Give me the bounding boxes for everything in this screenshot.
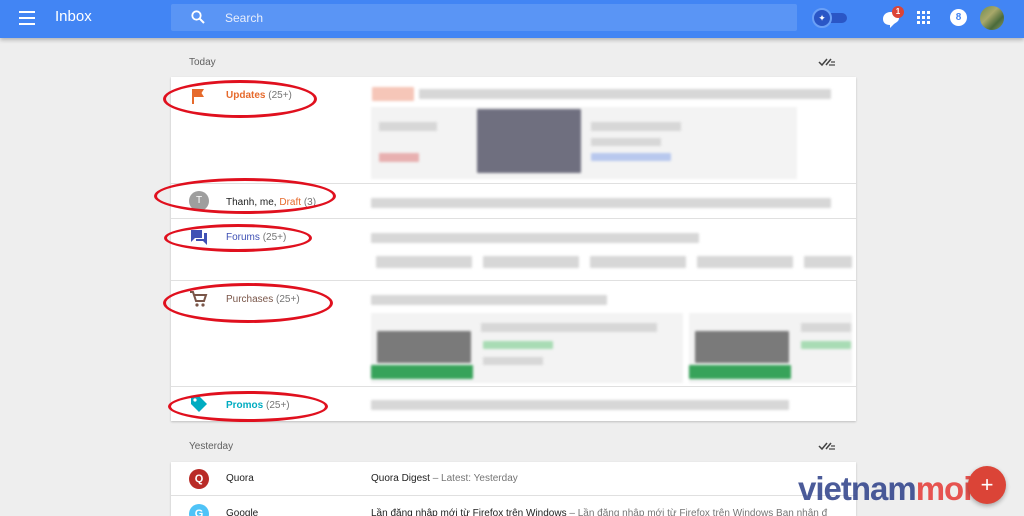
search-bar[interactable] (171, 4, 797, 31)
blurred-text (371, 233, 699, 243)
section-label-yesterday: Yesterday (189, 441, 234, 452)
blurred-image (377, 331, 471, 363)
hangouts-button[interactable]: 1 (882, 6, 904, 29)
bundle-purchases[interactable]: Purchases (25+) (171, 281, 856, 387)
blurred-chip (697, 256, 793, 268)
blurred-button (371, 365, 473, 379)
hangouts-badge: 1 (892, 6, 904, 18)
blurred-text (591, 138, 661, 146)
notifications-badge[interactable]: 8 (950, 9, 967, 26)
sender-name: Google (226, 508, 259, 516)
blurred-text (419, 89, 831, 99)
bundle-forums[interactable]: Forums (25+) (171, 219, 856, 281)
blurred-chip (590, 256, 686, 268)
thread-google[interactable]: G Google Lần đăng nhập mới từ Firefox tr… (171, 497, 856, 516)
bundle-title: Purchases (25+) (226, 294, 300, 305)
blurred-preview-card (371, 107, 797, 179)
bundle-title: Updates (25+) (226, 90, 292, 101)
tag-icon (191, 396, 207, 412)
compose-fab[interactable]: + (968, 466, 1006, 504)
pinned-toggle[interactable]: ✦ (812, 8, 848, 28)
blurred-text (371, 400, 789, 410)
blurred-link (591, 153, 671, 161)
blurred-text (801, 341, 851, 349)
search-input[interactable] (225, 9, 785, 26)
bundle-updates[interactable]: Updates (25+) (171, 77, 856, 184)
blurred-chip (804, 256, 852, 268)
today-card: Updates (25+) T Thanh, me, Draft (3) For… (171, 77, 856, 421)
apps-grid-icon[interactable] (917, 11, 931, 25)
sender-avatar: T (189, 191, 209, 211)
blurred-chip (376, 256, 472, 268)
thread-subject: Quora Digest – Latest: Yesterday (371, 473, 518, 484)
sender-avatar: Q (189, 469, 209, 489)
blurred-text (481, 323, 657, 332)
blurred-text (483, 341, 553, 349)
blurred-text (371, 198, 831, 208)
sweep-done-icon[interactable] (818, 440, 836, 452)
thread-thanh[interactable]: T Thanh, me, Draft (3) (171, 184, 856, 219)
blurred-text (591, 122, 681, 131)
flag-icon (192, 89, 204, 104)
bundle-title: Promos (25+) (226, 400, 290, 411)
sender-name: Quora (226, 473, 254, 484)
section-label-today: Today (189, 57, 216, 68)
blurred-image (477, 109, 581, 173)
blurred-button (689, 365, 791, 379)
blurred-label (372, 87, 414, 101)
blurred-text (379, 122, 437, 131)
menu-icon[interactable] (19, 11, 35, 25)
blurred-chip (483, 256, 579, 268)
thread-title: Thanh, me, Draft (3) (226, 197, 317, 208)
app-header: Inbox ✦ 1 8 (0, 0, 1024, 38)
yesterday-card: Q Quora Quora Digest – Latest: Yesterday… (171, 462, 856, 516)
thread-subject: Lần đăng nhập mới từ Firefox trên Window… (371, 508, 828, 516)
watermark-logo: vietnammoi (798, 470, 972, 507)
blurred-text (379, 153, 419, 162)
sender-avatar: G (189, 504, 209, 516)
page-title: Inbox (55, 8, 92, 25)
cart-icon (190, 291, 208, 307)
bundle-title: Forums (25+) (226, 232, 287, 243)
search-icon (191, 10, 205, 24)
sweep-done-icon[interactable] (818, 56, 836, 68)
account-avatar[interactable] (980, 6, 1004, 30)
blurred-image (695, 331, 789, 363)
blurred-text (801, 323, 851, 332)
bundle-promos[interactable]: Promos (25+) (171, 387, 856, 421)
blurred-text (483, 357, 543, 365)
blurred-text (371, 295, 607, 305)
forum-icon (191, 230, 207, 245)
thread-quora[interactable]: Q Quora Quora Digest – Latest: Yesterday (171, 462, 856, 496)
pin-icon: ✦ (812, 8, 832, 28)
